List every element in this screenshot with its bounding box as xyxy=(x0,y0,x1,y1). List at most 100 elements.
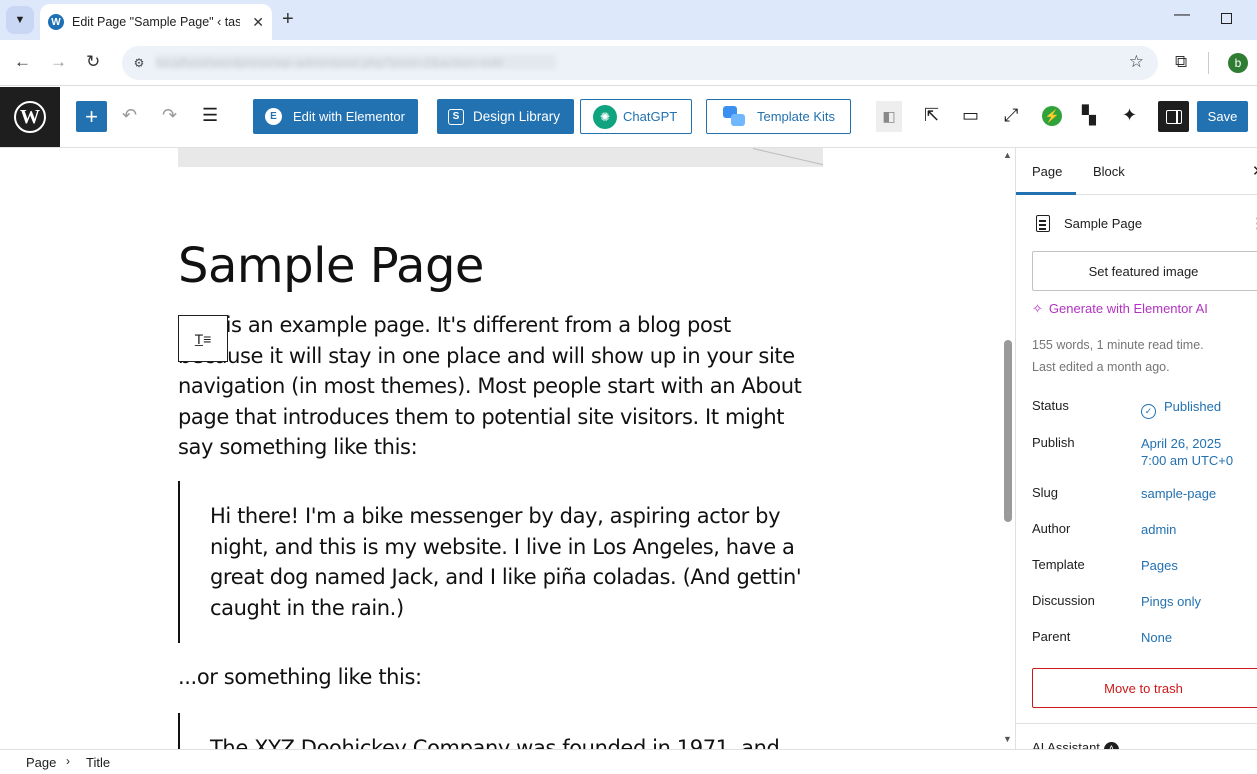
move-to-trash-button[interactable]: Move to trash xyxy=(1032,668,1257,708)
ai-assistant-icon: A xyxy=(1103,742,1119,749)
maximize-window-icon[interactable] xyxy=(1221,13,1232,24)
paragraph-block[interactable]: This is an example page. It's different … xyxy=(178,310,808,463)
edit-with-elementor-button[interactable]: E Edit with Elementor xyxy=(253,99,418,134)
fullscreen-icon[interactable]: ⤢ xyxy=(1004,105,1018,126)
publish-label: Publish xyxy=(1032,435,1075,450)
save-button[interactable]: Save xyxy=(1197,101,1248,132)
ai-assistant-panel-toggle[interactable]: AI Assistant A xyxy=(1032,740,1119,749)
wordpress-favicon-icon: W xyxy=(48,14,64,30)
browser-tab[interactable]: W Edit Page "Sample Page" ‹ tast ✕ xyxy=(40,4,272,40)
minimize-window-icon[interactable]: — xyxy=(1174,6,1190,24)
block-inserter-button[interactable]: + xyxy=(76,101,107,132)
breadcrumb-title[interactable]: Title xyxy=(86,755,110,770)
published-check-icon: ✓ xyxy=(1141,404,1156,419)
layout-toggle-icon[interactable]: ◧ xyxy=(876,101,902,132)
chatgpt-button[interactable]: ✺ ChatGPT xyxy=(580,99,692,134)
reload-icon[interactable]: ↻ xyxy=(86,52,100,72)
chevron-down-icon: ▼ xyxy=(14,14,26,26)
status-value[interactable]: ✓ Published xyxy=(1141,398,1221,419)
template-kits-button[interactable]: Template Kits xyxy=(706,99,851,134)
set-featured-image-button[interactable]: Set featured image xyxy=(1032,251,1257,291)
undo-icon[interactable]: ↶ xyxy=(122,105,137,126)
back-arrow-icon[interactable]: ← xyxy=(14,52,31,72)
url-omnibox[interactable]: ⚙ localhost/wordpress/wp-admin/post.php?… xyxy=(122,46,1158,80)
editor-toolbar: W + ↶ ↷ ☰ E Edit with Elementor S Design… xyxy=(0,87,1257,148)
canvas-scroll-thumb[interactable] xyxy=(1004,340,1012,522)
tab-title: Edit Page "Sample Page" ‹ tast xyxy=(72,15,240,29)
ai-sparkle-icon: ✧ xyxy=(1032,301,1043,316)
close-sidebar-icon[interactable]: ✕ xyxy=(1252,162,1257,180)
publish-date: April 26, 2025 xyxy=(1141,436,1222,451)
design-library-label: Design Library xyxy=(473,109,561,124)
wordpress-logo-button[interactable]: W xyxy=(0,87,60,147)
settings-sidebar: Page Block ✕ Sample Page ⋮ Set featured … xyxy=(1015,148,1257,749)
tab-page[interactable]: Page xyxy=(1032,164,1062,179)
author-value[interactable]: admin xyxy=(1141,521,1176,538)
generate-ai-label: Generate with Elementor AI xyxy=(1048,301,1208,316)
publish-date-value[interactable]: April 26, 2025 7:00 am UTC+0 xyxy=(1141,435,1233,469)
url-text: localhost/wordpress/wp-admin/post.php?po… xyxy=(156,55,556,69)
scroll-up-arrow-icon[interactable]: ▲ xyxy=(1003,150,1012,160)
author-label: Author xyxy=(1032,521,1071,536)
more-options-icon[interactable]: ⋮ xyxy=(1250,214,1257,232)
generate-with-elementor-ai-link[interactable]: ✧ Generate with Elementor AI xyxy=(1032,301,1208,317)
tab-search-button[interactable]: ▼ xyxy=(6,6,34,34)
new-tab-button[interactable]: + xyxy=(282,8,294,31)
design-library-icon: S xyxy=(448,108,464,125)
ai-assistant-label: AI Assistant xyxy=(1032,740,1100,749)
breadcrumb-page[interactable]: Page xyxy=(26,755,56,770)
blocks-plugin-icon[interactable]: ▚ xyxy=(1082,105,1096,126)
site-settings-icon[interactable]: ⚙ xyxy=(130,54,148,72)
tab-close-icon[interactable]: ✕ xyxy=(252,14,264,31)
post-meta: 155 words, 1 minute read time. Last edit… xyxy=(1032,334,1204,378)
extensions-puzzle-icon[interactable]: ⧉ xyxy=(1175,52,1187,72)
word-count: 155 words, 1 minute read time. xyxy=(1032,338,1204,352)
image-placeholder-line xyxy=(752,148,823,167)
elementor-icon: E xyxy=(265,108,282,125)
template-kits-label: Template Kits xyxy=(757,109,836,124)
quote-block[interactable]: The XYZ Doohickey Company was founded in… xyxy=(178,713,808,749)
paragraph-block[interactable]: ...or something like this: xyxy=(178,662,808,693)
tab-block[interactable]: Block xyxy=(1093,164,1125,179)
quote-text: Hi there! I'm a bike messenger by day, a… xyxy=(210,504,802,620)
last-edited: Last edited a month ago. xyxy=(1032,360,1170,374)
document-title: Sample Page xyxy=(1064,216,1143,231)
featured-image-block[interactable] xyxy=(178,148,823,167)
chevron-right-icon: › xyxy=(66,754,70,768)
page-document-icon xyxy=(1036,215,1050,232)
scroll-down-arrow-icon[interactable]: ▼ xyxy=(1003,734,1012,744)
toolbar-divider xyxy=(1208,52,1209,74)
browser-address-bar: ← → ↻ ⚙ localhost/wordpress/wp-admin/pos… xyxy=(0,40,1257,86)
discussion-value[interactable]: Pings only xyxy=(1141,593,1201,610)
template-kits-icon xyxy=(723,105,747,128)
settings-sidebar-toggle-button[interactable] xyxy=(1158,101,1189,132)
device-preview-icon[interactable]: ▭ xyxy=(962,105,979,126)
editor-canvas[interactable]: Sample Page This is an example page. It'… xyxy=(0,148,1015,749)
design-library-button[interactable]: S Design Library xyxy=(437,99,574,134)
parent-value[interactable]: None xyxy=(1141,629,1172,646)
parent-label: Parent xyxy=(1032,629,1071,644)
slug-label: Slug xyxy=(1032,485,1059,500)
ai-sparkle-icon[interactable]: ✦ xyxy=(1122,105,1137,126)
bookmark-star-icon[interactable]: ☆ xyxy=(1129,52,1144,72)
template-value[interactable]: Pages xyxy=(1141,557,1178,574)
sidebar-panel-icon xyxy=(1165,109,1182,124)
forward-arrow-icon[interactable]: → xyxy=(50,52,67,72)
view-page-external-icon[interactable]: ⇱ xyxy=(924,105,939,126)
performance-plugin-icon[interactable]: ⚡ xyxy=(1042,106,1062,126)
profile-avatar[interactable]: b xyxy=(1228,53,1248,73)
redo-icon[interactable]: ↷ xyxy=(162,105,177,126)
quote-block[interactable]: Hi there! I'm a bike messenger by day, a… xyxy=(178,481,808,643)
sidebar-divider xyxy=(1016,723,1257,724)
template-label: Template xyxy=(1032,557,1085,572)
align-text-icon: T̲≡ xyxy=(194,330,212,347)
status-label: Status xyxy=(1032,398,1069,413)
browser-tab-bar: ▼ W Edit Page "Sample Page" ‹ tast ✕ + — xyxy=(0,0,1257,40)
block-breadcrumb: Page › Title xyxy=(0,749,1257,774)
slug-value[interactable]: sample-page xyxy=(1141,485,1216,502)
active-tab-indicator xyxy=(1016,192,1076,195)
document-overview-icon[interactable]: ☰ xyxy=(202,105,218,126)
block-type-button[interactable]: T̲≡ xyxy=(178,315,228,362)
wordpress-logo-icon: W xyxy=(14,101,46,133)
page-title[interactable]: Sample Page xyxy=(178,238,484,294)
